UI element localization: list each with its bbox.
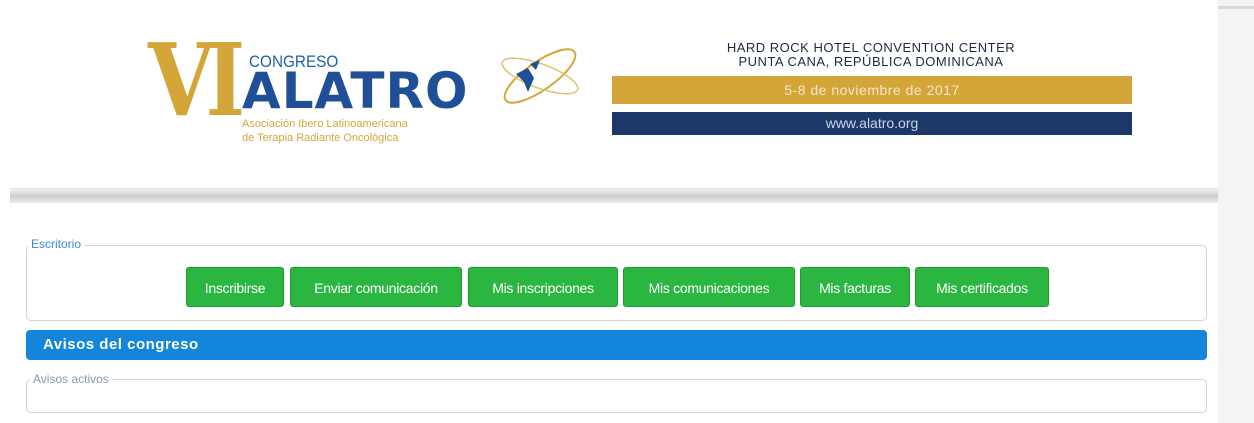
logo-alatro-text: ALATRO	[242, 62, 469, 120]
mis-facturas-button[interactable]: Mis facturas	[800, 267, 910, 307]
dates-bar: 5-8 de noviembre de 2017	[612, 76, 1132, 104]
avisos-activos-legend: Avisos activos	[30, 372, 112, 386]
avisos-header: Avisos del congreso	[26, 330, 1207, 360]
logo-subtitle-line1: Asociación Ibero Latinoamericana	[242, 118, 408, 130]
avisos-title: Avisos del congreso	[43, 336, 199, 353]
atom-emblem-icon	[501, 48, 579, 104]
logo-roman-numeral: VI	[148, 21, 245, 139]
page: VI CONGRESO ALATRO Asociación Ibero Lati…	[10, 8, 1218, 423]
website-bar: www.alatro.org	[612, 112, 1132, 135]
mis-certificados-button[interactable]: Mis certificados	[915, 267, 1049, 307]
edge-notch	[1218, 6, 1254, 9]
venue-location: PUNTA CANA, REPÚBLICA DOMINICANA	[738, 54, 1004, 69]
congress-banner: VI CONGRESO ALATRO Asociación Ibero Lati…	[10, 8, 1218, 188]
mis-comunicaciones-button[interactable]: Mis comunicaciones	[623, 267, 795, 307]
avisos-activos-panel	[26, 379, 1207, 413]
enviar-comunicacion-button[interactable]: Enviar comunicación	[290, 267, 462, 307]
window-right-edge	[1218, 0, 1254, 423]
logo-subtitle-line2: de Terapia Radiante Oncológica	[242, 132, 399, 144]
mis-inscripciones-button[interactable]: Mis inscripciones	[468, 267, 618, 307]
header-separator	[10, 188, 1218, 203]
venue-name: HARD ROCK HOTEL CONVENTION CENTER	[726, 40, 1016, 55]
escritorio-legend: Escritorio	[28, 237, 85, 251]
inscribirse-button[interactable]: Inscribirse	[186, 267, 284, 307]
